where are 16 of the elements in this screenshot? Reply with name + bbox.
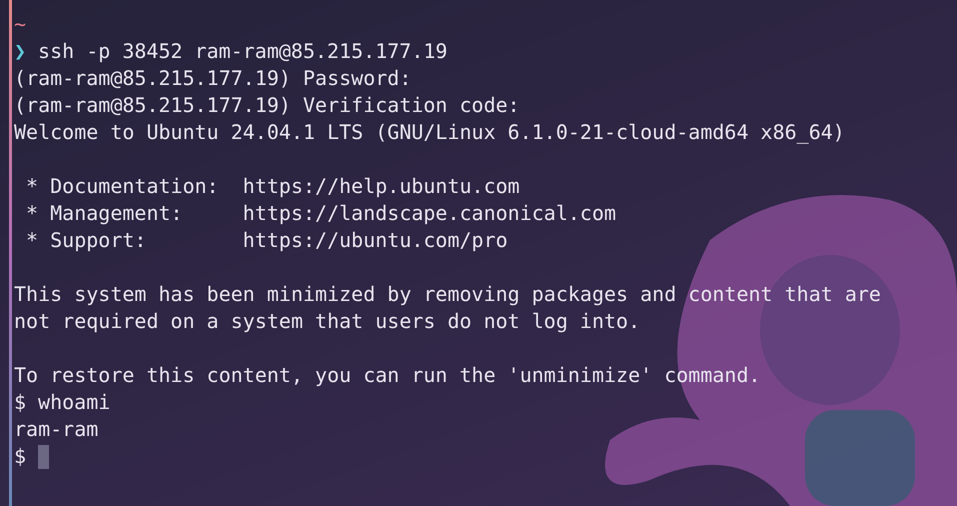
output-text: * Management: https://landscape.canonical.com	[25, 200, 616, 227]
prompt-symbol: $	[14, 443, 26, 470]
output-text: (ram-ram@85.215.177.19) Password:	[14, 65, 412, 92]
command-text: whoami	[38, 389, 110, 416]
output-text: * Documentation: https://help.ubuntu.com	[25, 173, 520, 200]
directory-label: ~	[14, 11, 26, 38]
output-text: Welcome to Ubuntu 24.04.1 LTS (GNU/Linux 6.1.0-21-cloud-amd64 x86_64)	[14, 119, 845, 146]
prompt-symbol: ❯	[14, 38, 26, 65]
output-text: To restore this content, you can run the 'unminimize' command.	[14, 362, 761, 389]
command-text: ssh -p 38452 ram-ram@85.215.177.19	[38, 38, 448, 65]
output-text: This system has been minimized by removing packages and content that are	[14, 281, 881, 308]
output-text: * Support: https://ubuntu.com/pro	[25, 227, 508, 254]
output-text: not required on a system that users do not log into.	[14, 308, 640, 335]
output-text: (ram-ram@85.215.177.19) Verification code:	[14, 92, 520, 119]
prompt-symbol: $	[14, 389, 26, 416]
output-text: ram-ram	[14, 416, 98, 443]
